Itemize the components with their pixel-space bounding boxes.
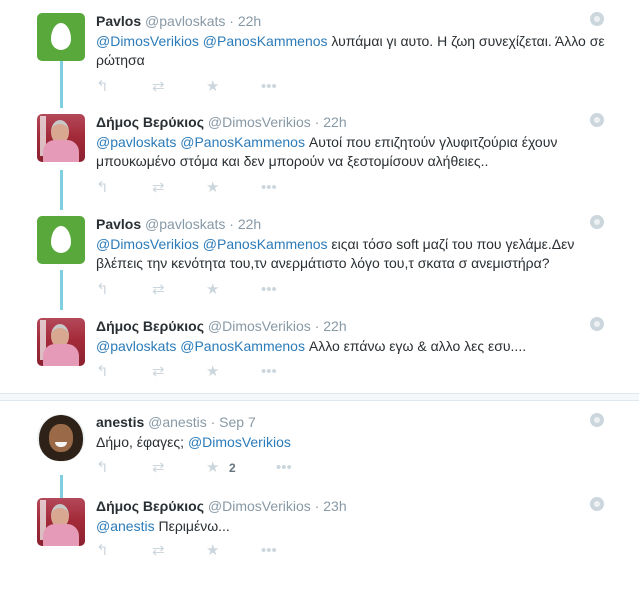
tweet-text: @pavloskats @PanosKammenos Αυτοί που επι… xyxy=(96,133,616,171)
user-handle[interactable]: @anestis xyxy=(148,414,207,430)
user-handle[interactable]: @DimosVerikios xyxy=(208,318,311,334)
tweet[interactable]: Pavlos @pavloskats · 22h @DimosVerikios … xyxy=(0,215,639,316)
star-icon[interactable]: ★ xyxy=(206,179,219,197)
globe-icon[interactable] xyxy=(590,113,604,127)
avatar[interactable] xyxy=(37,498,85,546)
tweet-header: Δήμος Βερύκιος @DimosVerikios · 22h xyxy=(96,114,347,131)
user-handle[interactable]: @pavloskats xyxy=(145,13,225,29)
globe-icon[interactable] xyxy=(590,317,604,331)
timestamp[interactable]: Sep 7 xyxy=(219,414,256,430)
mention-link[interactable]: @pavloskats xyxy=(96,134,176,150)
tweet-text: @pavloskats @PanosKammenos Αλλο επάνω εγ… xyxy=(96,337,616,356)
retweet-icon[interactable]: ⇄ xyxy=(152,363,165,381)
star-icon[interactable]: ★ xyxy=(206,363,219,381)
user-handle[interactable]: @DimosVerikios xyxy=(208,114,311,130)
user-name[interactable]: Δήμος Βερύκιος xyxy=(96,114,204,130)
separator: · xyxy=(229,216,234,232)
more-icon[interactable]: ••• xyxy=(261,179,277,197)
avatar[interactable] xyxy=(37,414,85,462)
retweet-icon[interactable]: ⇄ xyxy=(152,459,165,477)
reply-icon[interactable]: ↰ xyxy=(96,179,109,197)
reply-icon[interactable]: ↰ xyxy=(96,542,109,560)
tweet[interactable]: Δήμος Βερύκιος @DimosVerikios · 22h @pav… xyxy=(0,317,639,418)
tweet-text: @DimosVerikios @PanosKammenos ειςαι τόσο… xyxy=(96,235,616,273)
mention-link[interactable]: @anestis xyxy=(96,518,155,534)
globe-icon[interactable] xyxy=(590,413,604,427)
tweet-header: Pavlos @pavloskats · 22h xyxy=(96,216,261,233)
user-name[interactable]: anestis xyxy=(96,414,144,430)
timestamp[interactable]: 22h xyxy=(323,114,346,130)
mention-link[interactable]: @PanosKammenos xyxy=(180,134,305,150)
more-icon[interactable]: ••• xyxy=(261,78,277,96)
avatar[interactable] xyxy=(37,216,85,264)
mention-link[interactable]: @pavloskats xyxy=(96,338,176,354)
star-icon[interactable]: ★ xyxy=(206,281,219,299)
mention-link[interactable]: @DimosVerikios xyxy=(188,434,291,450)
retweet-icon[interactable]: ⇄ xyxy=(152,281,165,299)
retweet-icon[interactable]: ⇄ xyxy=(152,179,165,197)
tweet-header: anestis @anestis · Sep 7 xyxy=(96,414,256,431)
separator: · xyxy=(314,114,320,130)
globe-icon[interactable] xyxy=(590,497,604,511)
mention-link[interactable]: @PanosKammenos xyxy=(203,33,328,49)
reply-icon[interactable]: ↰ xyxy=(96,78,109,96)
reply-icon[interactable]: ↰ xyxy=(96,459,109,477)
user-name[interactable]: Δήμος Βερύκιος xyxy=(96,318,204,334)
timestamp[interactable]: 22h xyxy=(323,318,346,334)
globe-icon[interactable] xyxy=(590,12,604,26)
globe-icon[interactable] xyxy=(590,215,604,229)
tweet-header: Pavlos @pavloskats · 22h xyxy=(96,13,261,30)
timestamp[interactable]: 22h xyxy=(238,13,261,29)
tweet[interactable]: Pavlos @pavloskats · 22h @DimosVerikios … xyxy=(0,12,639,113)
avatar[interactable] xyxy=(37,114,85,162)
user-name[interactable]: Δήμος Βερύκιος xyxy=(96,498,204,514)
tweet-body-text: Δήμο, έφαγες; xyxy=(96,434,188,450)
user-name[interactable]: Pavlos xyxy=(96,216,141,232)
avatar[interactable] xyxy=(37,13,85,61)
reply-icon[interactable]: ↰ xyxy=(96,281,109,299)
more-icon[interactable]: ••• xyxy=(276,459,292,477)
avatar[interactable] xyxy=(37,318,85,366)
star-icon[interactable]: ★ xyxy=(206,78,219,96)
user-handle[interactable]: @DimosVerikios xyxy=(208,498,311,514)
tweet[interactable]: Δήμος Βερύκιος @DimosVerikios · 22h @pav… xyxy=(0,113,639,214)
mention-link[interactable]: @DimosVerikios xyxy=(96,33,199,49)
user-handle[interactable]: @pavloskats xyxy=(145,216,225,232)
timestamp[interactable]: 22h xyxy=(238,216,261,232)
tweet-header: Δήμος Βερύκιος @DimosVerikios · 22h xyxy=(96,318,347,335)
star-icon[interactable]: ★ xyxy=(206,459,219,477)
more-icon[interactable]: ••• xyxy=(261,542,277,560)
timestamp[interactable]: 23h xyxy=(323,498,346,514)
tweet-body-text: Αλλο επάνω εγω & αλλο λες εσυ.... xyxy=(304,338,527,354)
reply-icon[interactable]: ↰ xyxy=(96,363,109,381)
tweet-body-text: Περιμένω... xyxy=(154,518,230,534)
favorite-count: 2 xyxy=(229,461,236,475)
more-icon[interactable]: ••• xyxy=(261,281,277,299)
tweet-header: Δήμος Βερύκιος @DimosVerikios · 23h xyxy=(96,498,347,515)
mention-link[interactable]: @PanosKammenos xyxy=(203,236,328,252)
separator: · xyxy=(314,318,320,334)
tweet-text: @anestis Περιμένω... xyxy=(96,517,616,536)
separator: · xyxy=(210,414,216,430)
user-name[interactable]: Pavlos xyxy=(96,13,141,29)
separator: · xyxy=(314,498,320,514)
more-icon[interactable]: ••• xyxy=(261,363,277,381)
retweet-icon[interactable]: ⇄ xyxy=(152,78,165,96)
star-icon[interactable]: ★ xyxy=(206,542,219,560)
mention-link[interactable]: @DimosVerikios xyxy=(96,236,199,252)
tweet[interactable]: Δήμος Βερύκιος @DimosVerikios · 23h @ane… xyxy=(0,497,639,598)
separator: · xyxy=(229,13,234,29)
retweet-icon[interactable]: ⇄ xyxy=(152,542,165,560)
tweet-text: Δήμο, έφαγες; @DimosVerikios xyxy=(96,433,616,452)
tweet-text: @DimosVerikios @PanosKammenos λυπάμαι γι… xyxy=(96,32,616,70)
mention-link[interactable]: @PanosKammenos xyxy=(180,338,305,354)
